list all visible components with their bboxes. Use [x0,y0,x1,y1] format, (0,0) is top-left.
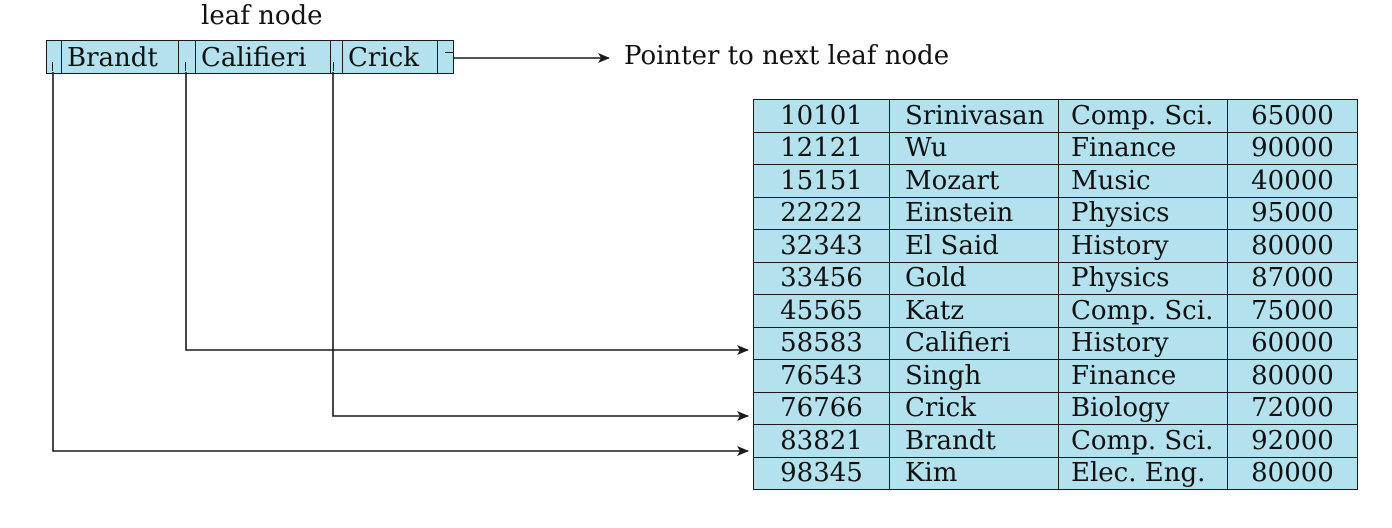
califieri-pointer-arrow [185,72,749,355]
crick-pointer-arrow [332,72,749,421]
pointer-arrows [52,53,749,456]
brandt-pointer-arrow [52,72,749,456]
